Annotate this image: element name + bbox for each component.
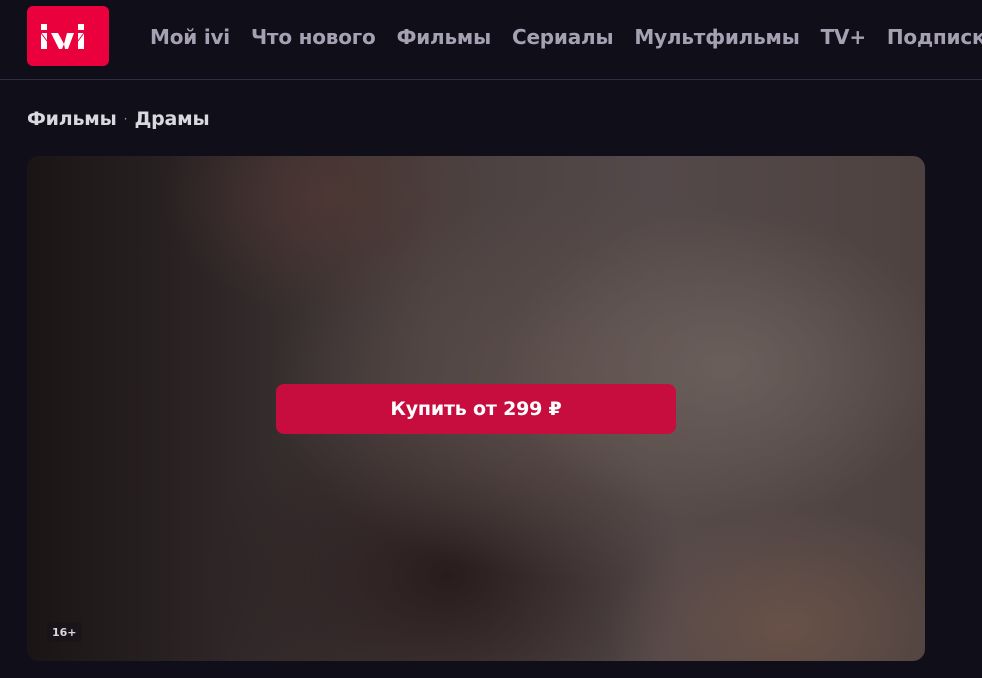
page: Мой ivi Что нового Фильмы Сериалы Мультф… [0,0,982,678]
nav-item-whats-new[interactable]: Что нового [251,25,376,49]
buy-button[interactable]: Купить от 299 ₽ [276,384,676,434]
header: Мой ivi Что нового Фильмы Сериалы Мультф… [0,0,982,80]
breadcrumb: Фильмы · Драмы [27,106,210,132]
nav-item-my-ivi[interactable]: Мой ivi [150,25,230,49]
age-rating-badge: 16+ [47,622,82,642]
main-nav: Мой ivi Что нового Фильмы Сериалы Мультф… [150,22,982,52]
nav-item-subscription[interactable]: Подписка [887,25,982,49]
nav-item-tv-plus[interactable]: TV+ [821,25,866,49]
nav-item-movies[interactable]: Фильмы [397,25,492,49]
ivi-logo[interactable] [27,6,109,66]
breadcrumb-movies[interactable]: Фильмы [27,108,117,130]
breadcrumb-separator: · [123,112,128,126]
nav-item-cartoons[interactable]: Мультфильмы [634,25,799,49]
video-player[interactable]: Купить от 299 ₽ 16+ [27,156,925,661]
breadcrumb-dramas[interactable]: Драмы [134,108,209,130]
ivi-logo-mark [40,24,85,49]
nav-item-series[interactable]: Сериалы [512,25,614,49]
